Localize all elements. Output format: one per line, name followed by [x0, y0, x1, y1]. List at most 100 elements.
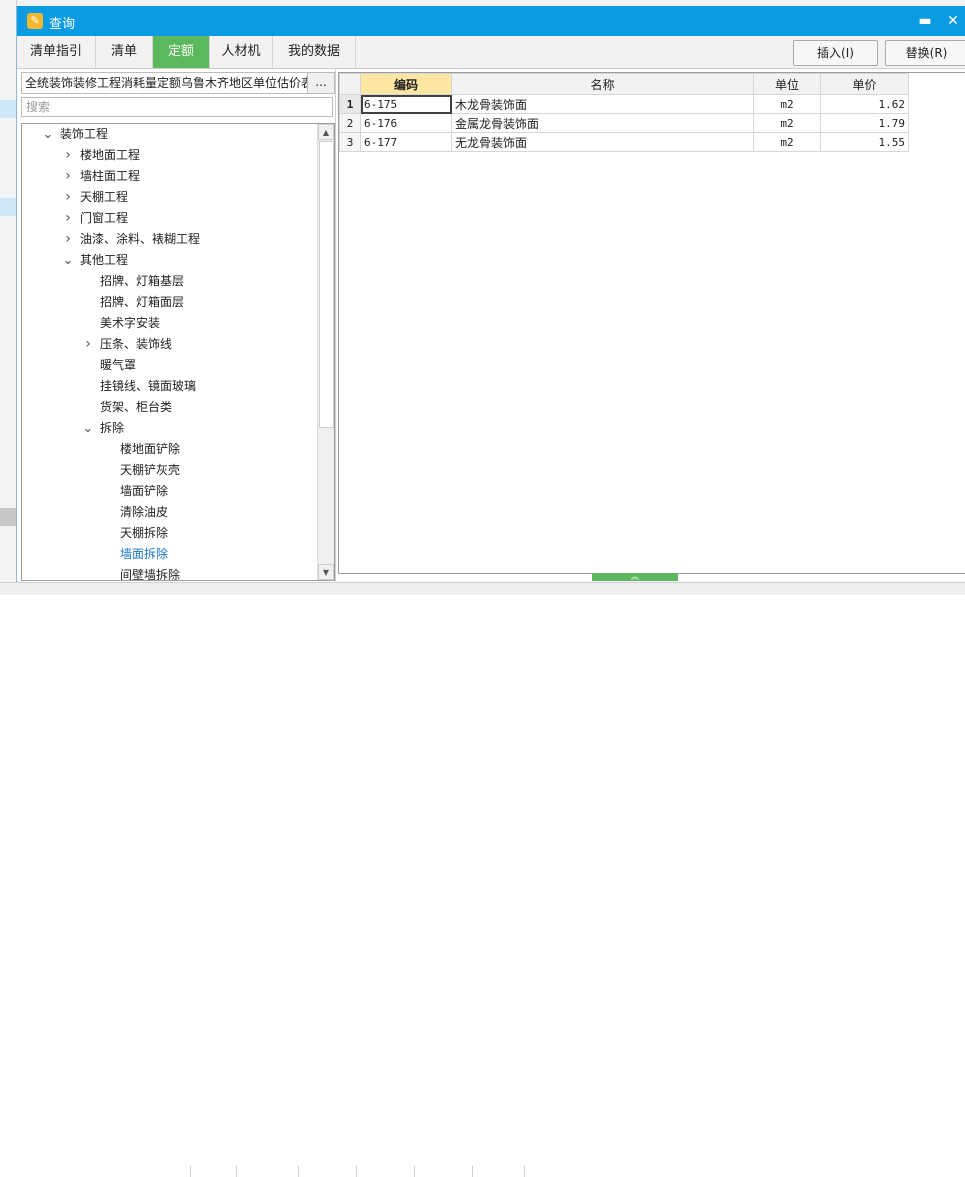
- cell-code[interactable]: 6-177: [360, 132, 452, 152]
- left-pane: 全统装饰装修工程消耗量定额乌鲁木齐地区单位估价表 ... 间壁墙拆除 墙面拆除 天棚…: [17, 69, 337, 582]
- tree-item[interactable]: ⌄ 其他工程: [22, 250, 316, 271]
- tab-bar: 清单指引 清单 定额 人材机 我的数据 插入(I) 替换(R): [17, 36, 965, 69]
- background-row-highlight: [0, 100, 16, 118]
- result-grid-frame: 编码 名称 单位 单价 1 6-175 木龙骨装饰面 m2 1.62 2 6-1…: [338, 72, 965, 574]
- column-header-name[interactable]: 名称: [451, 73, 754, 95]
- chevron-right-icon[interactable]: ›: [62, 166, 74, 187]
- tree-item-label: 压条、装饰线: [100, 337, 173, 351]
- table-row[interactable]: 2 6-176 金属龙骨装饰面 m2 1.79: [339, 113, 909, 133]
- cell-name[interactable]: 木龙骨装饰面: [451, 94, 754, 114]
- replace-button[interactable]: 替换(R): [885, 40, 965, 66]
- cell-unit[interactable]: m2: [753, 94, 821, 114]
- background-cell: [192, 1166, 237, 1177]
- grid-header-row: 编码 名称 单位 单价: [339, 73, 909, 95]
- row-number: 2: [339, 113, 361, 133]
- tree-item[interactable]: 挂镜线、镜面玻璃: [22, 376, 316, 397]
- tree-item-label: 油漆、涂料、裱糊工程: [80, 232, 201, 246]
- tree-item[interactable]: 间壁墙拆除: [22, 565, 316, 580]
- tree-item[interactable]: ⌄ 装饰工程: [22, 124, 316, 145]
- scrollbar-thumb[interactable]: [319, 141, 334, 428]
- tree-item-label: 挂镜线、镜面玻璃: [100, 379, 197, 393]
- title-bar[interactable]: ✎ 查询 ▬ ✕: [17, 6, 965, 36]
- cell-name[interactable]: 金属龙骨装饰面: [451, 113, 754, 133]
- tree-item[interactable]: 暖气罩: [22, 355, 316, 376]
- tree-item[interactable]: 天棚拆除: [22, 523, 316, 544]
- background-app-bottom: [0, 582, 965, 1177]
- library-select[interactable]: 全统装饰装修工程消耗量定额乌鲁木齐地区单位估价表: [21, 72, 309, 94]
- chevron-right-icon[interactable]: ›: [62, 208, 74, 229]
- tree-item[interactable]: › 油漆、涂料、裱糊工程: [22, 229, 316, 250]
- tree-item[interactable]: 清除油皮: [22, 502, 316, 523]
- background-row-gray: [0, 508, 16, 526]
- column-header-price[interactable]: 单价: [820, 73, 909, 95]
- tree-item[interactable]: 招牌、灯箱面层: [22, 292, 316, 313]
- tree-item[interactable]: 墙面铲除: [22, 481, 316, 502]
- chevron-right-icon[interactable]: ›: [82, 334, 94, 355]
- column-header-code[interactable]: 编码: [360, 73, 452, 95]
- background-row-highlight: [0, 198, 16, 216]
- app-logo-icon: ✎: [27, 13, 43, 29]
- chevron-down-icon[interactable]: ⌄: [82, 418, 94, 439]
- table-row[interactable]: 3 6-177 无龙骨装饰面 m2 1.55: [339, 132, 909, 152]
- chevron-right-icon[interactable]: ›: [62, 229, 74, 250]
- tree-scrollbar[interactable]: ▲ ▼: [317, 124, 334, 580]
- tree-item-label: 墙柱面工程: [80, 169, 141, 183]
- scroll-down-icon[interactable]: ▼: [318, 564, 334, 580]
- cell-code[interactable]: 6-176: [360, 113, 452, 133]
- maximize-icon[interactable]: ▬: [915, 11, 935, 31]
- tree-item-label: 货架、柜台类: [100, 400, 173, 414]
- tree-item[interactable]: › 楼地面工程: [22, 145, 316, 166]
- background-cell: [474, 1166, 525, 1177]
- tree-item-label: 其他工程: [80, 253, 129, 267]
- tree-item-label: 清除油皮: [120, 505, 169, 519]
- tree-item-label: 天棚拆除: [120, 526, 169, 540]
- chevron-right-icon[interactable]: ›: [62, 187, 74, 208]
- tree-item-label: 天棚工程: [80, 190, 129, 204]
- tree-item[interactable]: ⌄ 拆除: [22, 418, 316, 439]
- tree-item[interactable]: 楼地面铲除: [22, 439, 316, 460]
- tree-item[interactable]: › 墙柱面工程: [22, 166, 316, 187]
- tab-quota[interactable]: 定额: [153, 36, 210, 68]
- tree-item[interactable]: › 门窗工程: [22, 208, 316, 229]
- close-icon[interactable]: ✕: [943, 11, 963, 31]
- tree-item[interactable]: › 压条、装饰线: [22, 334, 316, 355]
- tree-item-label: 装饰工程: [60, 127, 109, 141]
- column-header-unit[interactable]: 单位: [753, 73, 821, 95]
- tree-item-label: 暖气罩: [100, 358, 137, 372]
- chevron-down-icon[interactable]: ⌄: [62, 250, 74, 271]
- tab-bill[interactable]: 清单: [96, 36, 153, 68]
- scroll-up-icon[interactable]: ▲: [318, 124, 334, 140]
- row-number-header: [339, 73, 361, 95]
- tree-item[interactable]: › 天棚工程: [22, 187, 316, 208]
- tab-bill-guide[interactable]: 清单指引: [17, 36, 96, 68]
- tab-labor-material-machine[interactable]: 人材机: [210, 36, 273, 68]
- search-input[interactable]: [21, 97, 333, 117]
- tab-my-data[interactable]: 我的数据: [273, 36, 356, 68]
- tree-item[interactable]: 墙面拆除: [22, 544, 316, 565]
- cell-code[interactable]: 6-175: [360, 94, 452, 114]
- window-title: 查询: [49, 17, 76, 32]
- cell-unit[interactable]: m2: [753, 132, 821, 152]
- tree-item-label: 天棚铲灰壳: [120, 463, 181, 477]
- panel-splitter-handle[interactable]: ︽: [592, 573, 678, 581]
- tree-item-label: 墙面铲除: [120, 484, 169, 498]
- background-cell: [238, 1166, 299, 1177]
- tree-item[interactable]: 招牌、灯箱基层: [22, 271, 316, 292]
- tree-item[interactable]: 货架、柜台类: [22, 397, 316, 418]
- cell-name[interactable]: 无龙骨装饰面: [451, 132, 754, 152]
- background-cell: [358, 1166, 415, 1177]
- cell-price[interactable]: 1.55: [820, 132, 909, 152]
- cell-price[interactable]: 1.62: [820, 94, 909, 114]
- tree-item-label: 楼地面工程: [80, 148, 141, 162]
- right-pane: 编码 名称 单位 单价 1 6-175 木龙骨装饰面 m2 1.62 2 6-1…: [335, 69, 965, 582]
- tree-item[interactable]: 天棚铲灰壳: [22, 460, 316, 481]
- background-cell: [300, 1166, 357, 1177]
- chevron-down-icon[interactable]: ⌄: [42, 124, 54, 145]
- cell-price[interactable]: 1.79: [820, 113, 909, 133]
- tree-item[interactable]: 美术字安装: [22, 313, 316, 334]
- insert-button[interactable]: 插入(I): [793, 40, 878, 66]
- cell-unit[interactable]: m2: [753, 113, 821, 133]
- chevron-right-icon[interactable]: ›: [62, 145, 74, 166]
- table-row[interactable]: 1 6-175 木龙骨装饰面 m2 1.62: [339, 94, 909, 114]
- library-more-button[interactable]: ...: [307, 72, 335, 94]
